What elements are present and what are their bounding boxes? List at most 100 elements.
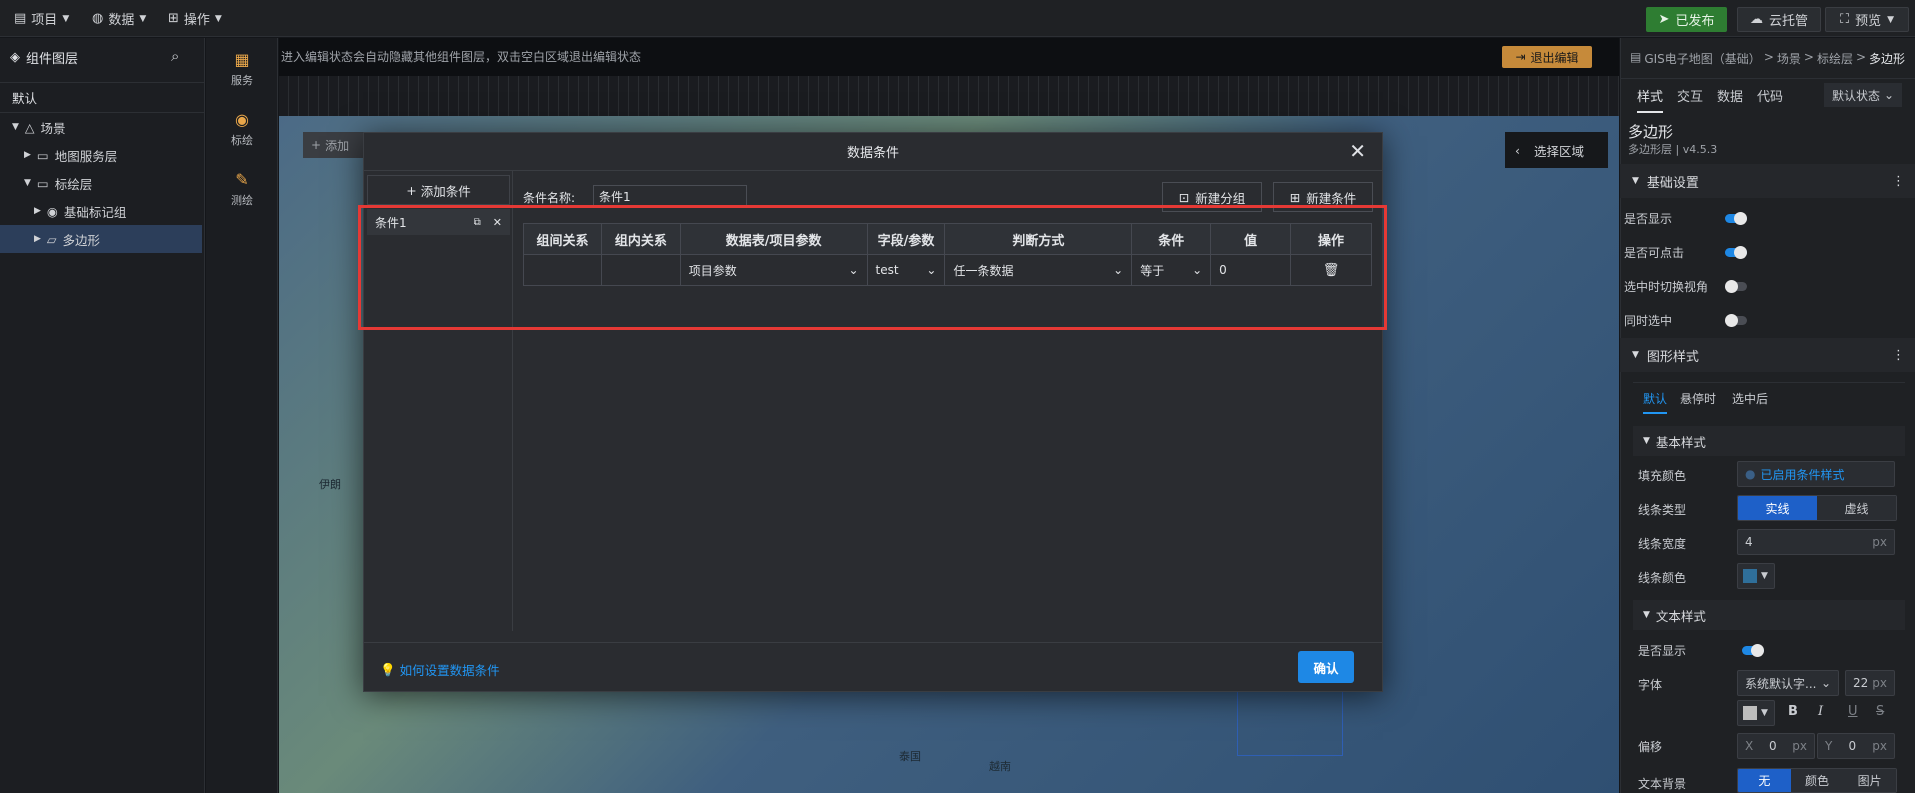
exit-edit-button[interactable]: ⇥ 退出编辑 <box>1502 46 1592 68</box>
help-link[interactable]: 💡 如何设置数据条件 <box>380 660 500 679</box>
text-bg-color[interactable]: 颜色 <box>1790 769 1844 792</box>
top-bar: ▤ 项目 ▼ ◍ 数据 ▼ ⊞ 操作 ▼ ➤ 已发布 ☁ 云托管 ⛶ 预览 ▼ <box>0 0 1915 37</box>
strikethrough-icon[interactable]: S <box>1876 704 1884 719</box>
dialog-header: 数据条件 <box>364 133 1382 171</box>
visible-toggle[interactable] <box>1725 212 1747 225</box>
tree-item-plot-layer[interactable]: ▼ ▭ 标绘层 <box>0 169 205 197</box>
tab-state-default[interactable]: 默认 <box>1643 390 1668 414</box>
confirm-button[interactable]: 确认 <box>1298 651 1354 683</box>
search-icon[interactable]: ⌕ <box>171 47 179 65</box>
select-area-button[interactable]: ‹ 选择区域 <box>1505 132 1608 168</box>
caret-right-icon: ▶ <box>24 150 31 160</box>
caret-down-icon: ▼ <box>24 178 31 188</box>
caret-down-icon: ▼ <box>1643 610 1650 620</box>
bold-icon[interactable]: B <box>1788 704 1798 719</box>
tool-strip: ▦ 服务 ◉ 标绘 ✎ 测绘 <box>206 38 278 793</box>
layer-panel-header: ◈ 组件图层 <box>10 50 79 67</box>
add-button[interactable]: + 添加 <box>303 132 365 158</box>
fullscreen-icon: ⛶ <box>1839 12 1850 27</box>
tab-code[interactable]: 代码 <box>1757 86 1783 105</box>
tab-data[interactable]: 数据 <box>1717 86 1743 105</box>
tab-style[interactable]: 样式 <box>1637 86 1664 113</box>
text-visible-toggle[interactable] <box>1742 644 1764 657</box>
fill-color-field[interactable]: ● 已启用条件样式 <box>1737 461 1895 487</box>
menu-data[interactable]: ◍ 数据 ▼ <box>92 9 146 28</box>
text-color-picker[interactable]: ▼ <box>1737 700 1775 726</box>
measure-icon: ✎ <box>235 170 249 189</box>
offset-label: 偏移 <box>1638 740 1663 754</box>
setting-label: 同时选中 <box>1624 314 1673 328</box>
layers-icon: ◈ <box>10 50 20 65</box>
more-icon[interactable]: ⋮ <box>1892 174 1905 189</box>
basic-settings-section[interactable]: ▼ 基础设置 ⋮ <box>1620 164 1915 198</box>
tool-plot[interactable]: ◉ 标绘 <box>206 110 278 148</box>
tab-interaction[interactable]: 交互 <box>1677 86 1703 105</box>
add-condition-button[interactable]: + 添加条件 <box>367 175 510 205</box>
text-bg-label: 文本背景 <box>1638 777 1687 791</box>
preview-button[interactable]: ⛶ 预览 ▼ <box>1825 7 1909 32</box>
chevron-down-icon: ⌄ <box>1820 676 1831 690</box>
tab-state-selected[interactable]: 选中后 <box>1732 390 1768 407</box>
switch-view-toggle[interactable] <box>1725 280 1747 293</box>
menu-project[interactable]: ▤ 项目 ▼ <box>14 9 69 28</box>
close-icon[interactable]: ✕ <box>1349 141 1366 161</box>
line-type-dashed[interactable]: 虚线 <box>1817 496 1896 520</box>
sync-select-toggle[interactable] <box>1725 314 1747 327</box>
layer-panel: ◈ 组件图层 ⌕ 默认 ▼ △ 场景 ▶ ▭ 地图服务层 ▼ ▭ 标绘层 ▶ ◉… <box>0 38 205 793</box>
marker-icon: ◉ <box>235 110 249 129</box>
chevron-down-icon: ▼ <box>139 13 147 24</box>
breadcrumb: ▤ GIS电子地图（基础） > 场景 > 标绘层 > 多边形 <box>1630 50 1906 66</box>
offset-y-input[interactable]: Y 0 px <box>1817 733 1895 759</box>
clickable-toggle[interactable] <box>1725 246 1747 259</box>
condition-add-icon: ⊞ <box>1289 189 1301 205</box>
doc-icon: ▤ <box>1630 50 1642 64</box>
tree-item-scene[interactable]: ▼ △ 场景 <box>0 113 205 141</box>
exit-icon: ⇥ <box>1515 50 1526 64</box>
tree-item-polygon[interactable]: ▶ ▱ 多边形 <box>0 225 202 253</box>
font-select[interactable]: 系统默认字... ⌄ <box>1737 670 1839 696</box>
tree-item-marker-group[interactable]: ▶ ◉ 基础标记组 <box>0 197 205 225</box>
line-type-segmented: 实线 虚线 <box>1737 495 1897 521</box>
underline-icon[interactable]: U <box>1848 704 1858 719</box>
italic-icon[interactable]: I <box>1818 704 1823 719</box>
scene-icon: △ <box>24 119 35 135</box>
tab-state-hover[interactable]: 悬停时 <box>1680 390 1716 407</box>
line-type-solid[interactable]: 实线 <box>1738 496 1817 520</box>
menu-operation[interactable]: ⊞ 操作 ▼ <box>168 9 222 28</box>
basic-style-section[interactable]: ▼ 基本样式 <box>1633 426 1905 456</box>
condition-name-input[interactable] <box>593 185 747 207</box>
more-icon[interactable]: ⋮ <box>1892 348 1905 363</box>
document-icon: ▤ <box>14 11 27 26</box>
font-label: 字体 <box>1638 678 1663 692</box>
chevron-down-icon: ⌄ <box>1883 88 1895 102</box>
component-version: 多边形层 | v4.5.3 <box>1628 143 1718 156</box>
text-bg-none[interactable]: 无 <box>1738 769 1791 792</box>
condition-name-label: 条件名称: <box>523 191 576 205</box>
state-select[interactable]: 默认状态 ⌄ <box>1824 83 1902 107</box>
text-style-section[interactable]: ▼ 文本样式 <box>1633 600 1905 630</box>
font-size-input[interactable]: 22 px <box>1845 670 1895 696</box>
selection-rectangle <box>1237 686 1343 756</box>
published-button[interactable]: ➤ 已发布 <box>1646 7 1727 32</box>
cloud-hosting-button[interactable]: ☁ 云托管 <box>1737 7 1821 32</box>
tool-service[interactable]: ▦ 服务 <box>206 50 278 88</box>
chevron-down-icon: ▼ <box>1887 14 1895 25</box>
folder-icon: ▭ <box>36 175 49 191</box>
caret-down-icon: ▼ <box>12 122 19 132</box>
shape-style-section[interactable]: ▼ 图形样式 ⋮ <box>1620 338 1915 372</box>
tree-item-map-service-layer[interactable]: ▶ ▭ 地图服务层 <box>0 141 205 169</box>
dot-icon: ● <box>1745 467 1756 481</box>
tool-measure[interactable]: ✎ 测绘 <box>206 170 278 208</box>
caret-right-icon: ▶ <box>34 234 41 244</box>
lightbulb-icon: 💡 <box>380 661 396 677</box>
map-icon: ▦ <box>234 50 250 69</box>
offset-x-input[interactable]: X 0 px <box>1737 733 1815 759</box>
text-bg-image[interactable]: 图片 <box>1843 769 1896 792</box>
grid-icon: ⊞ <box>168 11 179 26</box>
send-icon: ➤ <box>1658 12 1670 27</box>
line-color-picker[interactable]: ▼ <box>1737 563 1775 589</box>
highlight-box <box>358 205 1387 330</box>
setting-label: 是否显示 <box>1624 212 1673 226</box>
tab-default[interactable]: 默认 <box>12 88 37 107</box>
line-width-input[interactable]: 4 px <box>1737 529 1895 555</box>
